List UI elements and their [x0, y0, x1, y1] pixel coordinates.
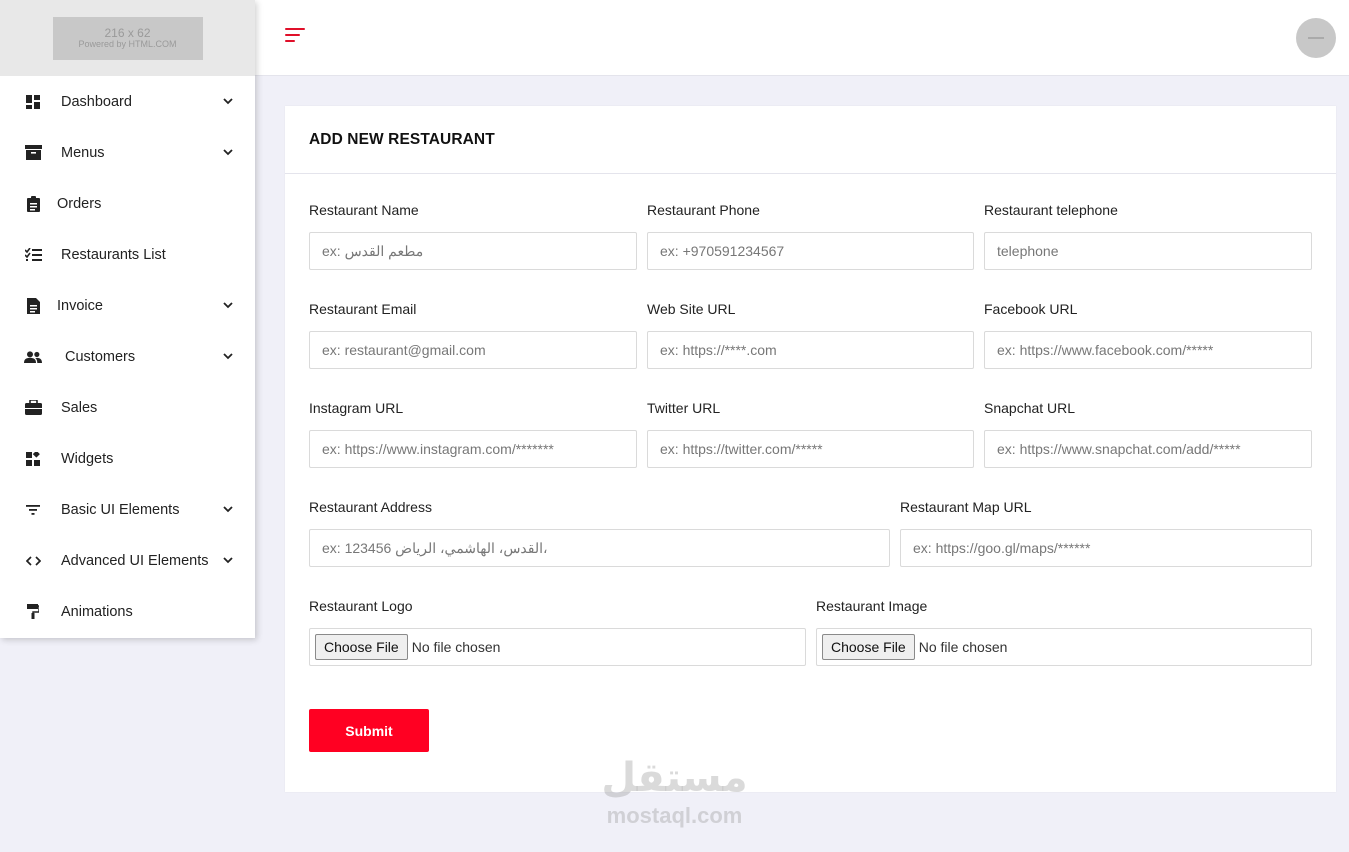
restaurant-name-label: Restaurant Name: [309, 202, 419, 218]
sidebar-item-label: Orders: [57, 195, 102, 212]
code-icon: [24, 552, 42, 570]
restaurant-email-group: Restaurant Email: [309, 300, 637, 369]
snapchat-url-group: Snapchat URL: [984, 399, 1312, 468]
sidebar-item-label: Widgets: [61, 450, 114, 467]
top-header: [255, 0, 1349, 76]
choose-image-file-button[interactable]: Choose File: [822, 634, 915, 660]
submit-button[interactable]: Submit: [309, 709, 429, 752]
clipboard-icon: [24, 195, 42, 213]
facebook-url-label: Facebook URL: [984, 301, 1078, 317]
restaurant-phone-label: Restaurant Phone: [647, 202, 760, 218]
sidebar-nav: Dashboard Menus Orders Restaurants List: [0, 76, 255, 637]
menu-toggle-icon[interactable]: [285, 28, 307, 44]
restaurant-email-label: Restaurant Email: [309, 301, 417, 317]
sidebar-item-basic-ui-elements[interactable]: Basic UI Elements: [0, 484, 255, 535]
card-header: ADD NEW RESTAURANT: [285, 106, 1336, 174]
restaurant-address-group: Restaurant Address: [309, 498, 890, 567]
twitter-url-group: Twitter URL: [647, 399, 974, 468]
restaurant-name-group: Restaurant Name: [309, 201, 637, 270]
facebook-url-group: Facebook URL: [984, 300, 1312, 369]
snapchat-url-input[interactable]: [984, 430, 1312, 468]
restaurant-image-file-input: Choose File No file chosen: [816, 628, 1312, 666]
restaurant-address-input[interactable]: [309, 529, 890, 567]
website-url-label: Web Site URL: [647, 301, 736, 317]
restaurant-phone-group: Restaurant Phone: [647, 201, 974, 270]
sidebar-item-dashboard[interactable]: Dashboard: [0, 76, 255, 127]
dashboard-icon: [24, 93, 42, 111]
filter-icon: [24, 501, 42, 519]
website-url-group: Web Site URL: [647, 300, 974, 369]
sidebar-item-menus[interactable]: Menus: [0, 127, 255, 178]
sidebar-item-label: Basic UI Elements: [61, 501, 180, 518]
briefcase-icon: [24, 399, 42, 417]
chevron-down-icon: [223, 97, 233, 107]
restaurant-name-input[interactable]: [309, 232, 637, 270]
users-icon: [24, 348, 42, 366]
restaurant-map-url-group: Restaurant Map URL: [900, 498, 1312, 567]
instagram-url-label: Instagram URL: [309, 400, 404, 416]
chevron-down-icon: [223, 352, 233, 362]
document-icon: [24, 297, 42, 315]
sidebar-item-advanced-ui-elements[interactable]: Advanced UI Elements: [0, 535, 255, 586]
sidebar-item-label: Restaurants List: [61, 246, 166, 263]
restaurant-email-input[interactable]: [309, 331, 637, 369]
archive-icon: [24, 144, 42, 162]
restaurant-phone-input[interactable]: [647, 232, 974, 270]
sidebar-item-restaurants-list[interactable]: Restaurants List: [0, 229, 255, 280]
instagram-url-input[interactable]: [309, 430, 637, 468]
sidebar-item-label: Sales: [61, 399, 98, 416]
restaurant-address-label: Restaurant Address: [309, 499, 432, 515]
restaurant-logo-label: Restaurant Logo: [309, 598, 413, 614]
checklist-icon: [24, 246, 42, 264]
avatar[interactable]: [1296, 18, 1336, 58]
logo-dimensions: 216 x 62: [104, 26, 151, 40]
sidebar-item-invoice[interactable]: Invoice: [0, 280, 255, 331]
restaurant-telephone-group: Restaurant telephone: [984, 201, 1312, 270]
restaurant-map-url-label: Restaurant Map URL: [900, 499, 1032, 515]
image-file-status: No file chosen: [918, 639, 1008, 655]
logo-placeholder[interactable]: 216 x 62 Powered by HTML.COM: [52, 16, 203, 60]
sidebar-item-label: Customers: [65, 348, 136, 365]
sidebar-item-widgets[interactable]: Widgets: [0, 433, 255, 484]
widgets-icon: [24, 450, 42, 468]
restaurant-telephone-input[interactable]: [984, 232, 1312, 270]
website-url-input[interactable]: [647, 331, 974, 369]
chevron-down-icon: [223, 148, 233, 158]
sidebar-item-label: Menus: [61, 144, 105, 161]
sidebar-item-animations[interactable]: Animations: [0, 586, 255, 637]
chevron-down-icon: [223, 301, 233, 311]
chevron-down-icon: [223, 505, 233, 515]
restaurant-image-group: Restaurant Image Choose File No file cho…: [816, 597, 1312, 666]
sidebar-item-label: Invoice: [57, 297, 103, 314]
snapchat-url-label: Snapchat URL: [984, 400, 1076, 416]
restaurant-map-url-input[interactable]: [900, 529, 1312, 567]
restaurant-logo-group: Restaurant Logo Choose File No file chos…: [309, 597, 806, 666]
logo-file-status: No file chosen: [411, 639, 501, 655]
twitter-url-input[interactable]: [647, 430, 974, 468]
logo-powered-by: Powered by HTML.COM: [78, 39, 177, 49]
facebook-url-input[interactable]: [984, 331, 1312, 369]
paint-roller-icon: [24, 603, 42, 621]
sidebar: 216 x 62 Powered by HTML.COM Dashboard M…: [0, 0, 255, 638]
sidebar-item-sales[interactable]: Sales: [0, 382, 255, 433]
restaurant-telephone-label: Restaurant telephone: [984, 202, 1118, 218]
sidebar-item-orders[interactable]: Orders: [0, 178, 255, 229]
choose-logo-file-button[interactable]: Choose File: [315, 634, 408, 660]
restaurant-image-label: Restaurant Image: [816, 598, 928, 614]
restaurant-logo-file-input: Choose File No file chosen: [309, 628, 806, 666]
twitter-url-label: Twitter URL: [647, 400, 721, 416]
sidebar-item-customers[interactable]: Customers: [0, 331, 255, 382]
instagram-url-group: Instagram URL: [309, 399, 637, 468]
sidebar-item-label: Advanced UI Elements: [61, 552, 209, 569]
page-title: ADD NEW RESTAURANT: [309, 130, 495, 148]
watermark-latin: mostaql.com: [606, 803, 743, 828]
logo-area: 216 x 62 Powered by HTML.COM: [0, 0, 255, 76]
sidebar-item-label: Animations: [61, 603, 133, 620]
chevron-down-icon: [223, 556, 233, 566]
add-restaurant-card: ADD NEW RESTAURANT Restaurant Name Resta…: [285, 106, 1336, 792]
sidebar-item-label: Dashboard: [61, 93, 132, 110]
